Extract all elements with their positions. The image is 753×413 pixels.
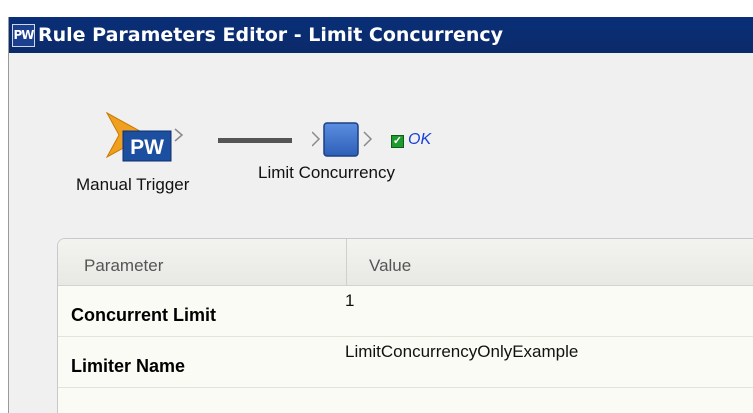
check-icon: ✓: [391, 135, 404, 148]
table-row[interactable]: Limiter Name LimitConcurrencyOnlyExample: [58, 337, 753, 388]
limit-concurrency-node[interactable]: [312, 118, 382, 162]
connector-line: [218, 138, 292, 143]
table-header: Parameter Value: [58, 239, 753, 286]
manual-trigger-label: Manual Trigger: [76, 175, 190, 194]
column-divider[interactable]: [346, 239, 347, 285]
column-header-value[interactable]: Value: [369, 256, 411, 276]
output-port-icon: [174, 128, 184, 142]
app-icon: PW: [12, 23, 35, 47]
parameters-table: Parameter Value Concurrent Limit 1 Limit…: [57, 238, 753, 413]
pw-badge-text: PW: [130, 136, 164, 159]
table-row[interactable]: Concurrent Limit 1: [58, 286, 753, 337]
status-text: OK: [408, 131, 432, 148]
output-port-icon: [363, 131, 373, 147]
limit-concurrency-label: Limit Concurrency: [258, 163, 395, 182]
title-bar[interactable]: PW Rule Parameters Editor - Limit Concur…: [9, 17, 753, 53]
step-box-icon: [323, 122, 359, 157]
manual-trigger-node[interactable]: PW: [105, 105, 185, 165]
window-title: Rule Parameters Editor - Limit Concurren…: [38, 24, 503, 46]
parameter-value-input[interactable]: LimitConcurrencyOnlyExample: [345, 342, 578, 362]
parameter-value-input[interactable]: 1: [345, 291, 354, 311]
column-header-parameter[interactable]: Parameter: [84, 256, 163, 276]
input-port-icon: [312, 131, 321, 147]
parameter-name: Concurrent Limit: [71, 305, 217, 325]
parameter-name: Limiter Name: [71, 356, 186, 376]
